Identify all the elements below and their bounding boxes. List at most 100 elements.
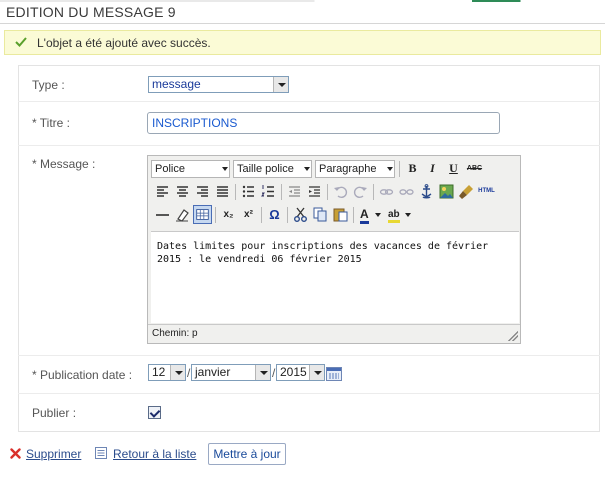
year-select-value: 2015 [280,365,307,379]
editor-status-bar: Chemin: p [148,324,520,343]
cut-icon[interactable] [291,205,310,224]
special-char-button[interactable]: Ω [265,205,284,224]
delete-link[interactable]: Supprimer [26,447,81,461]
delete-link-label: Supprimer [26,447,82,461]
divider [18,393,600,394]
font-color-button[interactable]: A [357,205,383,224]
publish-label: Publier : [32,406,77,420]
anchor-icon[interactable] [417,182,436,201]
align-right-icon[interactable] [193,182,212,201]
month-select-value: janvier [195,365,231,379]
outdent-icon[interactable] [285,182,304,201]
redo-icon[interactable] [351,182,370,201]
year-select[interactable]: 2015 [276,364,325,381]
date-separator: / [187,366,191,380]
editor-content-area[interactable]: Dates limites pour inscriptions des vaca… [151,231,519,323]
font-select-label: Police [155,163,185,175]
chevron-down-icon [387,167,393,171]
chevron-down-icon[interactable] [170,365,185,380]
divider [18,355,600,356]
list-icon[interactable] [95,447,107,459]
italic-button[interactable]: I [423,159,442,178]
chevron-down-icon[interactable] [255,365,270,380]
date-separator: / [272,366,276,380]
divider [18,101,600,102]
toolbar-separator [281,184,282,200]
paste-icon[interactable] [331,205,350,224]
align-left-icon[interactable] [153,182,172,201]
title-label: * Titre : [32,116,71,130]
toolbar-separator [235,184,236,200]
editor-toolbar-row-2: HTML [151,181,517,203]
copy-icon[interactable] [311,205,330,224]
chevron-down-icon [304,167,310,171]
resize-handle-icon[interactable] [508,331,518,341]
delete-x-icon[interactable] [10,448,21,459]
format-select-label: Paragraphe [319,163,377,175]
highlight-color-button[interactable]: ab [385,205,413,224]
editor-path: Chemin: p [152,328,198,339]
chevron-down-icon[interactable] [273,77,288,92]
toolbar-separator [373,184,374,200]
font-select[interactable]: Police [151,160,230,178]
chevron-down-icon[interactable] [309,365,324,380]
align-justify-icon[interactable] [213,182,232,201]
day-select[interactable]: 12 [148,364,186,381]
check-icon [15,37,27,47]
font-size-select[interactable]: Taille police [233,160,312,178]
editor-toolbar-row-3: x₂ x² Ω A ab [151,204,517,226]
cleanup-brush-icon[interactable] [457,182,476,201]
publication-date-label: * Publication date : [32,368,133,382]
image-icon[interactable] [437,182,456,201]
align-center-icon[interactable] [173,182,192,201]
divider [18,145,600,146]
highlight-letters: ab [388,209,400,223]
calendar-icon[interactable] [326,367,342,381]
type-select-value: message [152,77,201,91]
html-source-button[interactable]: HTML [477,182,496,201]
chevron-down-icon [405,213,411,217]
bold-button[interactable]: B [403,159,422,178]
success-notice: L'objet a été ajouté avec succès. [4,30,601,55]
unlink-icon[interactable] [397,182,416,201]
font-size-select-label: Taille police [237,163,294,175]
publish-checkbox[interactable] [148,406,161,419]
day-select-value: 12 [152,365,166,379]
strikethrough-button[interactable]: ABC [465,159,484,178]
remove-format-icon[interactable] [173,205,192,224]
format-select[interactable]: Paragraphe [315,160,395,178]
toolbar-separator [353,207,354,223]
chevron-down-icon [375,213,381,217]
subscript-button[interactable]: x₂ [219,205,238,224]
type-label: Type : [32,78,65,92]
visual-aid-icon[interactable] [193,205,212,224]
chevron-down-icon [222,167,228,171]
toolbar-separator [261,207,262,223]
editor-toolbar-row-1: Police Taille police Paragraphe B I U AB… [151,158,517,180]
editor-content-text[interactable]: Dates limites pour inscriptions des vaca… [157,240,507,266]
page-header: EDITION DU MESSAGE 9 [0,0,605,24]
update-button[interactable]: Mettre à jour [208,443,286,465]
success-message: L'objet a été ajouté avec succès. [37,36,211,50]
rich-text-editor: Police Taille police Paragraphe B I U AB… [147,155,521,344]
numbered-list-icon[interactable] [259,182,278,201]
indent-icon[interactable] [305,182,324,201]
title-input[interactable]: INSCRIPTIONS [147,112,500,134]
type-select[interactable]: message [148,76,289,93]
back-to-list-label: Retour à la liste [113,447,197,461]
message-label: * Message : [32,157,96,171]
toolbar-separator [399,161,400,177]
undo-icon[interactable] [331,182,350,201]
toolbar-separator [327,184,328,200]
superscript-button[interactable]: x² [239,205,258,224]
toolbar-separator [287,207,288,223]
link-icon[interactable] [377,182,396,201]
underline-button[interactable]: U [444,159,463,178]
font-color-letter: A [360,207,369,224]
page-title: EDITION DU MESSAGE 9 [6,4,176,20]
horizontal-rule-icon[interactable] [153,205,172,224]
header-top-strip [0,0,605,2]
month-select[interactable]: janvier [191,364,271,381]
back-to-list-link[interactable]: Retour à la liste [113,447,196,461]
bullet-list-icon[interactable] [239,182,258,201]
